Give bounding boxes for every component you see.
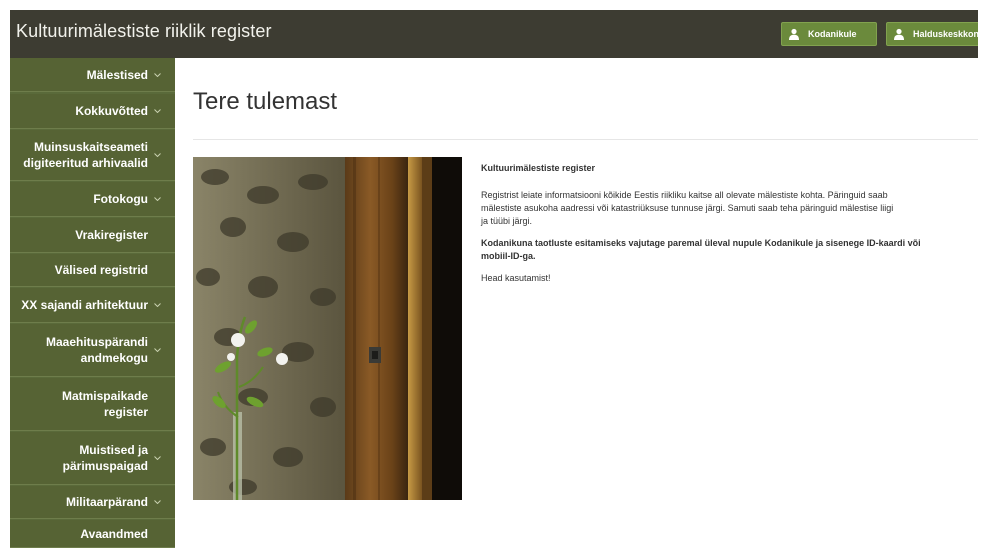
citizen-button[interactable]: Kodanikule (781, 22, 877, 46)
chevron-down-icon (154, 72, 161, 77)
hero-image (193, 157, 462, 500)
sidebar-item[interactable]: Fotokogu (10, 182, 175, 217)
sidebar-item[interactable]: Välised registrid (10, 254, 175, 287)
title-divider (193, 139, 978, 140)
app-frame: Kultuurimälestiste riiklik register Koda… (10, 10, 978, 548)
sidebar-item-label: Kokkuvõtted (75, 104, 148, 118)
main-content: Tere tulemast Kultuurimälestiste registe… (193, 58, 978, 548)
chevron-down-icon (154, 500, 161, 504)
sidebar-item-label: Muinsuskaitseameti digiteeritud arhivaal… (23, 140, 148, 170)
welcome-text: Kultuurimälestiste register Registrist l… (481, 162, 978, 294)
person-icon (789, 28, 799, 40)
sidebar-item-label: Välised registrid (54, 263, 148, 277)
sidebar-item[interactable]: Mälestised (10, 58, 175, 92)
person-icon (894, 28, 904, 40)
chevron-down-icon (154, 348, 161, 352)
sidebar-item[interactable]: Matmispaikade register (10, 378, 175, 431)
sidebar-item-label: Muistised ja pärimuspaigad (62, 443, 148, 473)
sidebar-item-label: Fotokogu (93, 192, 148, 206)
admin-environment-button-label: Halduskeskkond (913, 29, 978, 39)
sidebar-item-label: Avaandmed (80, 526, 148, 541)
sidebar-item-label: XX sajandi arhitektuur (21, 298, 148, 312)
sidebar-item[interactable]: Muistised ja pärimuspaigad (10, 432, 175, 485)
sidebar-item-label: Maaehituspärandi andmekogu (45, 335, 148, 365)
chevron-down-icon (154, 197, 161, 201)
sidebar-item-label: Militaarpärand (65, 495, 148, 509)
citizen-button-label: Kodanikule (808, 29, 857, 39)
instructions-line: mobiil-ID-ga. (481, 251, 536, 261)
page-title: Tere tulemast (193, 88, 338, 115)
sidebar-item[interactable]: Militaarpärand (10, 486, 175, 519)
intro-line: mälestiste asukoha aadressi või katastri… (481, 203, 894, 213)
closing-text: Head kasutamist! (481, 273, 551, 283)
citizen-instructions: Kodanikuna taotluste esitamiseks vajutag… (481, 237, 978, 263)
chevron-down-icon (154, 303, 161, 307)
chevron-down-icon (154, 456, 161, 460)
sidebar-item[interactable]: Maaehituspärandi andmekogu (10, 324, 175, 377)
admin-environment-button[interactable]: Halduskeskkond (886, 22, 978, 46)
intro-line: ja tüübi järgi. (481, 216, 533, 226)
instructions-line: Kodanikuna taotluste esitamiseks vajutag… (481, 238, 921, 248)
sidebar-item-label: Matmispaikade register (61, 389, 148, 419)
intro-line: Registrist leiate informatsiooni kõikide… (481, 190, 888, 200)
sidebar-item-label: Vrakiregister (75, 228, 148, 242)
sidebar-nav: Mälestised Kokkuvõtted Muinsuskaitseameti … (10, 58, 175, 548)
sidebar-item[interactable]: Kokkuvõtted (10, 94, 175, 129)
sidebar-item[interactable]: Vrakiregister (10, 218, 175, 253)
register-heading: Kultuurimälestiste register (481, 163, 596, 173)
chevron-down-icon (154, 153, 161, 157)
sidebar-item[interactable]: XX sajandi arhitektuur (10, 288, 175, 323)
sidebar-item[interactable]: Muinsuskaitseameti digiteeritud arhivaal… (10, 130, 175, 181)
app-title[interactable]: Kultuurimälestiste riiklik register (16, 21, 272, 42)
top-bar: Kultuurimälestiste riiklik register Koda… (10, 10, 978, 58)
chevron-down-icon (154, 109, 161, 113)
sidebar-item-label: Mälestised (86, 67, 148, 82)
intro-paragraph: Registrist leiate informatsiooni kõikide… (481, 189, 978, 228)
sidebar-item[interactable]: Avaandmed (10, 520, 175, 548)
